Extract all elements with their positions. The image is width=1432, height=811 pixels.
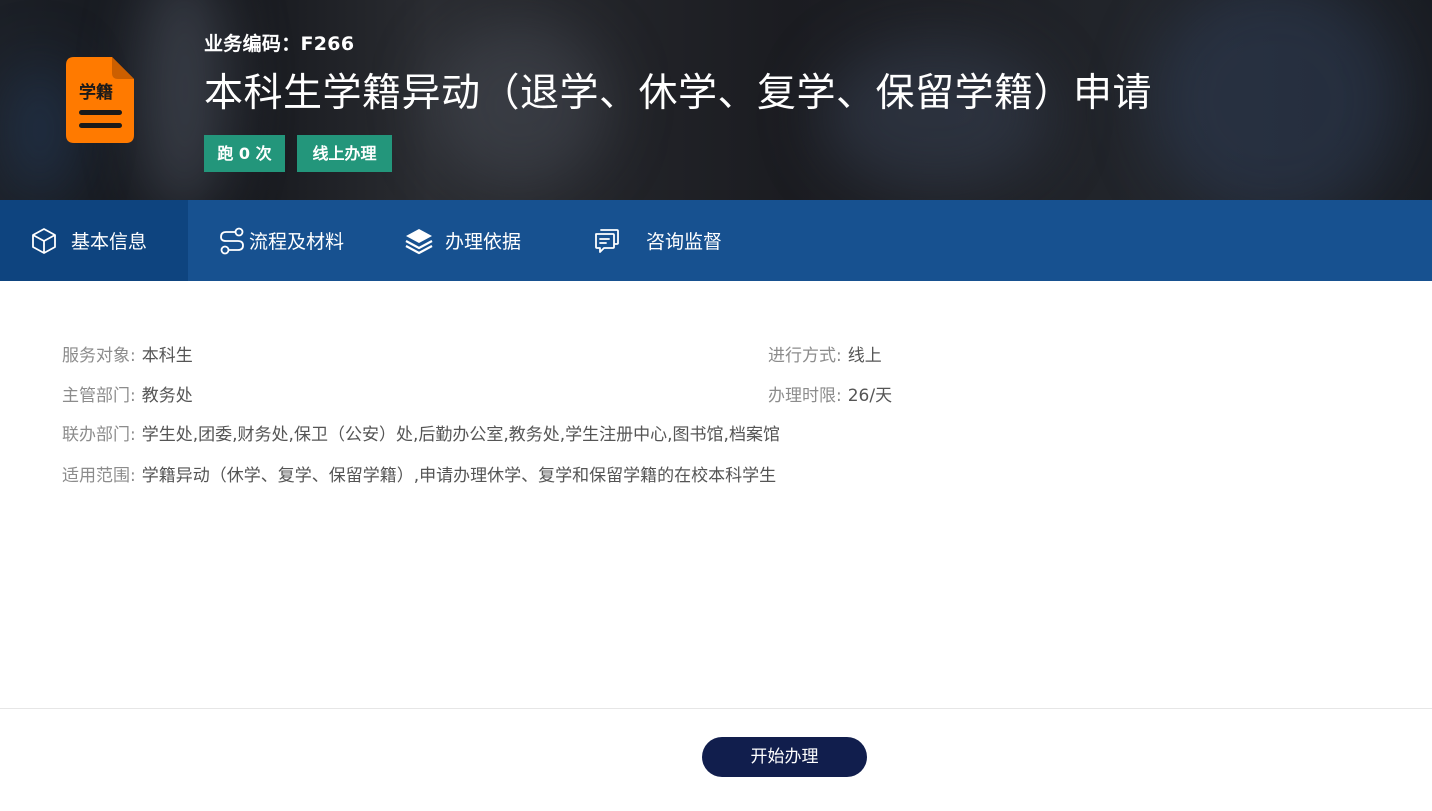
chat-icon	[595, 228, 619, 253]
banner-background-shade	[10, 60, 70, 200]
info-value: 本科生	[141, 346, 193, 366]
info-department: 主管部门: 教务处	[62, 381, 193, 406]
header-banner: 学籍 业务编码：F266 本科生学籍异动（退学、休学、复学、保留学籍）申请 跑 …	[0, 0, 1432, 200]
tab-label: 咨询监督	[646, 231, 723, 253]
tab-bar: 基本信息 流程及材料 办理依据 咨询监督	[0, 200, 1432, 281]
info-label: 办理时限:	[768, 386, 842, 406]
business-code: 业务编码：F266	[204, 33, 355, 55]
info-value: 学籍异动（休学、复学、保留学籍）,申请办理休学、复学和保留学籍的在校本科学生	[141, 466, 777, 486]
flow-route-icon	[220, 227, 244, 254]
banner-background-shade	[1150, 0, 1400, 200]
tab-label: 基本信息	[71, 231, 148, 253]
info-label: 主管部门:	[62, 386, 136, 406]
info-value: 线上	[847, 346, 882, 366]
start-processing-button[interactable]: 开始办理	[702, 737, 867, 777]
info-value: 26/天	[847, 386, 893, 406]
tag-visits: 跑 0 次	[204, 135, 285, 172]
tab-label: 办理依据	[445, 231, 522, 253]
footer-divider	[0, 708, 1432, 709]
tag-online: 线上办理	[297, 135, 392, 172]
info-label: 进行方式:	[768, 346, 842, 366]
info-mode: 进行方式: 线上	[768, 341, 882, 366]
cube-icon	[32, 227, 56, 254]
tab-legal-basis[interactable]: 办理依据	[404, 200, 521, 281]
info-time-limit: 办理时限: 26/天	[768, 381, 892, 406]
tab-consult-supervision[interactable]: 咨询监督	[594, 200, 722, 281]
info-scope: 适用范围: 学籍异动（休学、复学、保留学籍）,申请办理休学、复学和保留学籍的在校…	[62, 461, 776, 486]
tab-basic-info[interactable]: 基本信息	[0, 200, 188, 281]
info-value: 学生处,团委,财务处,保卫（公安）处,后勤办公室,教务处,学生注册中心,图书馆,…	[141, 425, 780, 445]
icon-text: 学籍	[79, 82, 113, 103]
info-service-target: 服务对象: 本科生	[62, 341, 193, 366]
layers-icon	[405, 228, 433, 254]
info-value: 教务处	[141, 386, 193, 406]
info-label: 服务对象:	[62, 346, 136, 366]
student-status-document-icon: 学籍	[66, 57, 134, 143]
info-joint-departments: 联办部门: 学生处,团委,财务处,保卫（公安）处,后勤办公室,教务处,学生注册中…	[62, 420, 780, 445]
info-label: 联办部门:	[62, 425, 136, 445]
page-title: 本科生学籍异动（退学、休学、复学、保留学籍）申请	[204, 71, 1153, 116]
info-label: 适用范围:	[62, 466, 136, 486]
tab-label: 流程及材料	[249, 231, 345, 253]
tab-flow-materials[interactable]: 流程及材料	[218, 200, 344, 281]
